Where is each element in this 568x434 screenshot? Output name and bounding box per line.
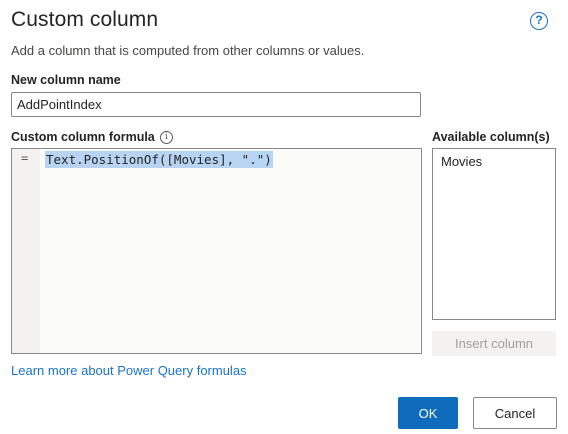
formula-code[interactable]: Text.PositionOf([Movies], ".") (45, 151, 273, 168)
info-icon[interactable]: i (159, 130, 173, 144)
equals-sign: = (21, 151, 29, 165)
insert-column-button[interactable]: Insert column (432, 331, 556, 356)
learn-more-link[interactable]: Learn more about Power Query formulas (11, 363, 247, 378)
new-column-name-input[interactable] (11, 92, 421, 117)
new-column-name-label: New column name (11, 73, 121, 87)
dialog-title: Custom column (11, 8, 159, 31)
cancel-button[interactable]: Cancel (473, 397, 557, 429)
dialog-subtitle: Add a column that is computed from other… (11, 43, 365, 58)
formula-editor[interactable]: = Text.PositionOf([Movies], ".") (11, 148, 422, 354)
help-icon[interactable]: ? (530, 12, 548, 30)
formula-gutter: = (12, 149, 40, 353)
available-columns-label: Available column(s) (432, 130, 550, 144)
available-column-item-movies[interactable]: Movies (441, 154, 482, 169)
formula-label-group: Custom column formula i (11, 130, 173, 144)
ok-button[interactable]: OK (398, 397, 458, 429)
custom-column-dialog: Custom column ? Add a column that is com… (0, 0, 568, 434)
formula-label: Custom column formula (11, 130, 155, 144)
available-columns-list[interactable]: Movies (432, 148, 556, 320)
